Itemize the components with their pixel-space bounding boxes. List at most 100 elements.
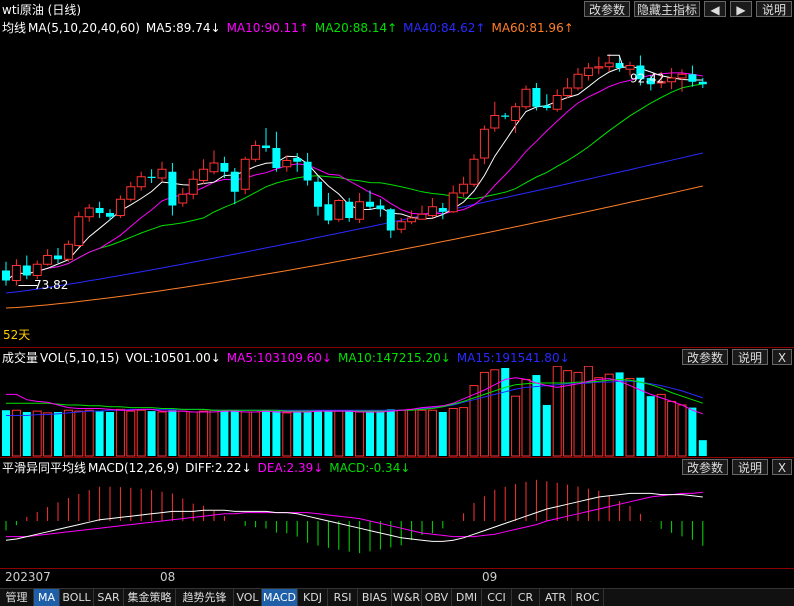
volume-bar: [469, 385, 479, 457]
vol-change-params-button[interactable]: 改参数: [682, 349, 728, 365]
candle-body: [22, 265, 31, 276]
candle-body: [521, 88, 531, 108]
volume-bar: [11, 409, 21, 457]
tab-4[interactable]: 集金策略: [124, 589, 176, 606]
tab-vol[interactable]: VOL: [234, 589, 262, 606]
candle-body: [230, 171, 239, 192]
macd-value: MACD:-0.34↓: [329, 461, 411, 475]
candle-body: [32, 263, 42, 276]
next-icon[interactable]: ▶: [730, 1, 752, 17]
candle-body: [240, 158, 250, 190]
x-label: 09: [482, 570, 498, 584]
candle-body: [314, 181, 322, 207]
volume-bar: [262, 410, 270, 456]
ma60-line: [5, 185, 703, 309]
candle-body: [115, 198, 125, 216]
candle-body: [157, 168, 167, 179]
candle-body: [688, 74, 697, 82]
high-price-label: 92.42: [630, 71, 664, 85]
candle-body: [355, 201, 365, 220]
tab-kdj[interactable]: KDJ: [298, 589, 328, 606]
change-params-button[interactable]: 改参数: [584, 1, 630, 17]
volume-bar: [22, 412, 31, 456]
volume-bar: [376, 412, 385, 456]
volume-bar: [438, 412, 447, 456]
volume-bar: [334, 410, 344, 457]
vol-ma10-value: MA10:147215.20↓: [337, 351, 451, 365]
volume-bar: [230, 410, 239, 456]
candle-body: [573, 73, 583, 89]
volume-bar: [43, 412, 53, 457]
volume-bar: [272, 411, 281, 456]
tab-5[interactable]: 趋势先锋: [176, 589, 234, 606]
candle-body: [11, 265, 21, 281]
macd-dea-value: DEA:2.39↓: [257, 461, 324, 475]
prev-icon[interactable]: ◀: [704, 1, 726, 17]
candle-body: [563, 87, 573, 96]
candle-body: [303, 161, 312, 181]
macd-params: MACD(12,26,9): [88, 461, 180, 475]
tab-0[interactable]: 管理: [0, 589, 34, 606]
vol-ma5-line: [6, 377, 703, 415]
tab-cr[interactable]: CR: [512, 589, 540, 606]
tab-ma[interactable]: MA: [34, 589, 60, 606]
tab-wr[interactable]: W&R: [392, 589, 422, 606]
tab-atr[interactable]: ATR: [540, 589, 572, 606]
candle-body: [594, 66, 604, 69]
macd-chart[interactable]: [0, 476, 794, 568]
macd-close-icon[interactable]: X: [772, 459, 792, 475]
volume-header: 成交量 VOL(5,10,15) VOL:10501.00↓ MA5:103109.6…: [0, 348, 794, 366]
macd-legend: 平滑异同平均线 MACD(12,26,9) DIFF:2.22↓ DEA:2.39↓ M…: [2, 459, 416, 476]
tab-macd[interactable]: MACD: [262, 589, 298, 606]
volume-bar: [511, 395, 521, 457]
candle-body: [427, 206, 437, 216]
volume-bar: [303, 412, 312, 456]
volume-bar: [636, 377, 645, 456]
tab-obv[interactable]: OBV: [422, 589, 452, 606]
ma-params: MA(5,10,20,40,60): [28, 21, 140, 35]
ma20-line: [5, 83, 703, 281]
candle-body: [604, 62, 614, 68]
volume-bar: [646, 396, 655, 456]
volume-bar: [355, 411, 365, 457]
volume-bar: [126, 410, 136, 457]
ma20-value: MA20:88.14↑: [314, 21, 398, 35]
volume-bar: [251, 411, 261, 457]
volume-bar: [386, 409, 395, 456]
tab-cci[interactable]: CCI: [482, 589, 512, 606]
tab-dmi[interactable]: DMI: [452, 589, 482, 606]
tab-sar[interactable]: SAR: [94, 589, 124, 606]
candle-body: [698, 81, 707, 85]
candle-body: [479, 128, 489, 159]
volume-bar: [656, 393, 666, 457]
candle-body: [262, 145, 270, 148]
candle-body: [386, 209, 395, 231]
macd-help-button[interactable]: 说明: [732, 459, 768, 475]
candle-body: [552, 95, 562, 110]
tab-bias[interactable]: BIAS: [358, 589, 392, 606]
volume-bar: [84, 409, 94, 457]
macd-change-params-button[interactable]: 改参数: [682, 459, 728, 475]
candle-body: [209, 162, 219, 173]
tab-rsi[interactable]: RSI: [328, 589, 358, 606]
volume-bar: [625, 378, 635, 457]
tab-roc[interactable]: ROC: [572, 589, 604, 606]
help-button[interactable]: 说明: [756, 1, 792, 17]
vol-close-icon[interactable]: X: [772, 349, 792, 365]
candle-body: [74, 216, 84, 246]
volume-bar: [95, 411, 104, 456]
vol-params: VOL(5,10,15): [40, 351, 120, 365]
candlestick-chart[interactable]: 92.42 73.82 52天: [0, 36, 794, 346]
ma10-value: MA10:90.11↑: [226, 21, 309, 35]
candle-body: [324, 204, 333, 221]
volume-bar: [417, 409, 427, 457]
ma5-line: [5, 65, 703, 281]
vol-help-button[interactable]: 说明: [732, 349, 768, 365]
tab-boll[interactable]: BOLL: [60, 589, 94, 606]
volume-bar: [688, 407, 697, 456]
macd-indicator-name: 平滑异同平均线: [2, 461, 87, 475]
hide-indicator-button[interactable]: 隐藏主指标: [634, 1, 700, 17]
ma-indicator-name: 均线: [2, 21, 27, 35]
ma40-value: MA40:84.62↑: [403, 21, 486, 35]
volume-chart[interactable]: [0, 366, 794, 457]
